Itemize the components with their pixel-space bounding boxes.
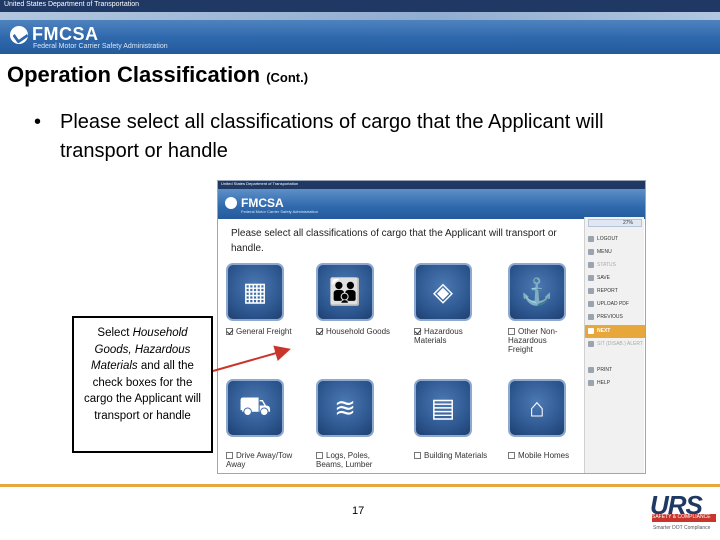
cargo-tile-logs[interactable]: ≋	[316, 379, 374, 437]
fmcsa-logo-subtitle: Federal Motor Carrier Safety Administrat…	[33, 43, 168, 50]
cargo-checkbox[interactable]	[316, 452, 323, 459]
screenshot-logo: FMCSA	[241, 196, 284, 210]
menu-item-save[interactable]: SAVE	[585, 272, 645, 285]
cargo-label: Household Goods	[326, 327, 391, 336]
cargo-label: Other Non-Hazardous Freight	[508, 327, 558, 354]
logs-icon: ≋	[334, 392, 356, 423]
banner-stripe	[0, 12, 720, 20]
fmcsa-logo-icon	[10, 26, 28, 44]
slide-title-suffix: (Cont.)	[266, 70, 309, 85]
bullet-text: Please select all classifications of car…	[60, 111, 604, 162]
urs-tagline: SAFETY & COMPLIANCE	[652, 514, 711, 520]
screenshot-logo-icon	[225, 197, 237, 209]
cargo-tile-bricks[interactable]: ▤	[414, 379, 472, 437]
bricks-icon: ▤	[430, 392, 456, 423]
urs-subtitle: Smarter DOT Compliance	[653, 525, 711, 531]
cargo-option[interactable]: Mobile Homes	[508, 451, 570, 460]
cargo-tile-family[interactable]: 👪	[316, 263, 374, 321]
screenshot-dot-text: United States Department of Transportati…	[221, 181, 299, 186]
family-icon: 👪	[328, 276, 362, 307]
cargo-tile-tow-truck[interactable]: ⛟	[226, 379, 284, 437]
fmcsa-logo: FMCSA	[32, 24, 99, 44]
cargo-option[interactable]: General Freight	[226, 327, 304, 336]
menu-item-report[interactable]: REPORT	[585, 285, 645, 298]
dot-text: United States Department of Transportati…	[4, 1, 140, 8]
embedded-screenshot: United States Department of Transportati…	[217, 180, 646, 474]
cargo-label: Building Materials	[424, 451, 488, 460]
cargo-checkbox[interactable]	[414, 328, 421, 335]
menu-item-sit-disab-alert[interactable]: SIT (DISAB.) ALERT	[585, 338, 645, 351]
boxes-icon: ▦	[242, 276, 268, 307]
cargo-label: Logs, Poles, Beams, Lumber	[316, 451, 373, 469]
cargo-option[interactable]: Other Non-Hazardous Freight	[508, 327, 570, 354]
dot-top-bar: United States Department of Transportati…	[0, 0, 720, 12]
slide-title: Operation Classification (Cont.)	[7, 62, 308, 88]
cargo-option[interactable]: Building Materials	[414, 451, 492, 460]
cargo-checkbox[interactable]	[508, 452, 515, 459]
cargo-tile-rv[interactable]: ⌂	[508, 379, 566, 437]
menu-item-print[interactable]: PRINT	[585, 364, 645, 377]
progress-bar: 27%	[588, 219, 642, 227]
cargo-label: Mobile Homes	[518, 451, 570, 460]
cargo-checkbox[interactable]	[226, 328, 233, 335]
urs-tagline-bar: SAFETY & COMPLIANCE	[652, 514, 716, 522]
screenshot-dot-bar: United States Department of Transportati…	[218, 181, 645, 189]
cargo-checkbox[interactable]	[316, 328, 323, 335]
cargo-tile-hazmat[interactable]: ◈	[414, 263, 472, 321]
cargo-option[interactable]: Drive Away/Tow Away	[226, 451, 304, 469]
menu-item-upload-pdf[interactable]: UPLOAD PDF	[585, 298, 645, 311]
menu-item-status[interactable]: STATUS	[585, 259, 645, 272]
menu-item-help[interactable]: HELP	[585, 377, 645, 390]
rv-icon: ⌂	[529, 392, 545, 423]
crane-icon: ⚓	[520, 276, 554, 307]
page-number: 17	[352, 505, 365, 517]
bullet-dot: •	[34, 111, 42, 133]
menu-item-menu[interactable]: MENU	[585, 246, 645, 259]
progress-value: 27%	[622, 220, 633, 226]
cargo-option[interactable]: Household Goods	[316, 327, 394, 336]
cargo-tile-crane[interactable]: ⚓	[508, 263, 566, 321]
cargo-tile-boxes[interactable]: ▦	[226, 263, 284, 321]
screenshot-logo-subtitle: Federal Motor Carrier Safety Administrat…	[241, 209, 318, 214]
menu-item-logout[interactable]: LOGOUT	[585, 233, 645, 246]
hazmat-icon: ◈	[433, 276, 453, 307]
instruction-callout: Select Household Goods, Hazardous Materi…	[72, 316, 213, 453]
menu-item-previous[interactable]: PREVIOUS	[585, 311, 645, 324]
cargo-option[interactable]: Hazardous Materials	[414, 327, 492, 345]
callout-text-start: Select	[97, 327, 133, 339]
cargo-label: Drive Away/Tow Away	[226, 451, 293, 469]
menu-item-next[interactable]: NEXT	[585, 325, 645, 338]
side-menu: 27% LOGOUT MENU STATUS SAVE REPORT UPLOAD PDF…	[584, 217, 645, 473]
cargo-checkbox[interactable]	[508, 328, 515, 335]
cargo-checkbox[interactable]	[226, 452, 233, 459]
cargo-label: General Freight	[236, 327, 292, 336]
tow-truck-icon: ⛟	[238, 390, 272, 421]
slide-title-main: Operation Classification	[7, 62, 261, 87]
footer-divider	[0, 484, 720, 487]
cargo-option[interactable]: Logs, Poles, Beams, Lumber	[316, 451, 394, 469]
cargo-checkbox[interactable]	[414, 452, 421, 459]
instruction-bullet: • Please select all classifications of ca…	[34, 108, 674, 166]
cargo-prompt: Please select all classifications of car…	[231, 228, 557, 254]
